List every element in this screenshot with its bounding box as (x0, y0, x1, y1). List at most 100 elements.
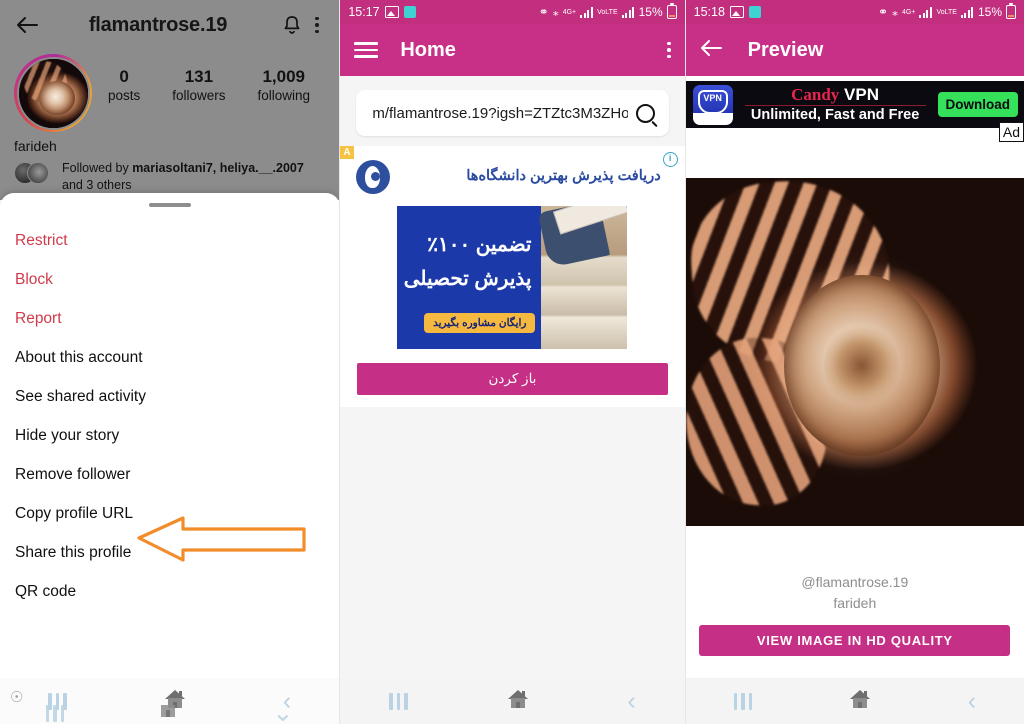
hamburger-menu-icon[interactable] (354, 42, 379, 58)
ad-marker-badge: A (340, 146, 354, 159)
bell-icon[interactable] (278, 10, 306, 40)
followed-by-prefix: Followed by (62, 161, 133, 175)
signal-bars-2-icon (960, 6, 974, 18)
back-icon[interactable]: ‹ (627, 688, 635, 714)
down-chevron-icon: ⌄ (272, 698, 294, 724)
overflow-menu-icon[interactable] (667, 41, 671, 59)
battery-icon (1006, 3, 1016, 19)
view-hd-button[interactable]: VIEW IMAGE IN HD QUALITY (699, 625, 1011, 656)
following-label: following (257, 88, 311, 104)
menu-item-report[interactable]: Report (0, 299, 339, 338)
android-navbar-right: ‹ (685, 678, 1024, 724)
battery-percent: 15% (977, 5, 1002, 19)
menu-item-hide-your-story[interactable]: Hide your story (0, 416, 339, 455)
ad-headline: دریافت پذیرش بهترین دانشگاه‌ها (466, 168, 661, 185)
followed-by-text: Followed by mariasoltani7, heliya.__.200… (62, 160, 326, 193)
menu-item-see-shared-activity[interactable]: See shared activity (0, 377, 339, 416)
bluetooth-icon: ⁎ (552, 5, 559, 19)
search-bar[interactable] (356, 90, 669, 136)
posts-count: 0 (119, 67, 129, 86)
rose-bloom (783, 275, 940, 457)
preview-image-content (685, 178, 1024, 526)
app-notification-icon (748, 6, 761, 18)
preview-image[interactable] (685, 178, 1024, 526)
home-browser-panel: 15:17 ⚭ ⁎ 4G+ VoLTE 15% Home m/flamantro… (339, 0, 685, 724)
menu-item-block[interactable]: Block (0, 260, 339, 299)
ad-open-button[interactable]: باز کردن (356, 363, 668, 395)
signal-bars-icon (919, 6, 933, 18)
status-time: 15:17 (348, 5, 380, 19)
vpn-tagline: Unlimited, Fast and Free (750, 106, 920, 123)
screenshot-icon (384, 6, 399, 18)
vpn-logo-text: VPN (697, 89, 728, 114)
status-time: 15:18 (693, 5, 725, 19)
android-navbar-middle: ‹ (340, 678, 685, 724)
overflow-menu-icon[interactable] (306, 10, 328, 40)
home-title: Home (400, 38, 456, 61)
signal-bars-icon (580, 6, 594, 18)
home-icon[interactable] (506, 688, 530, 715)
status-bar-preview: 15:18 ⚭ ⁎ 4G+ VoLTE 15% (685, 0, 1024, 24)
vpn-logo-icon: VPN (692, 84, 733, 125)
vpn-download-button[interactable]: Download (937, 92, 1018, 117)
profile-summary-row: 0 posts 131 followers 1,009 following (0, 50, 339, 132)
options-bottom-sheet: Restrict Block Report About this account… (0, 193, 340, 724)
inline-ad-card[interactable]: A i دریافت پذیرش بهترین دانشگاه‌ها تضمین… (340, 146, 685, 407)
posts-label: posts (107, 88, 141, 104)
avatar[interactable] (14, 54, 92, 132)
volte-label: VoLTE (597, 8, 618, 16)
home-icon[interactable] (848, 688, 872, 715)
vpn-key-icon: ⚭ (877, 5, 889, 19)
preview-captions: @flamantrose.19 farideh VIEW IMAGE IN HD… (686, 526, 1024, 656)
profile-display-name: farideh (14, 138, 57, 154)
profile-stats: 0 posts 131 followers 1,009 following (92, 54, 326, 105)
followers-count: 131 (184, 67, 214, 86)
recent-apps-icon[interactable] (733, 692, 753, 710)
stat-following[interactable]: 1,009 following (257, 66, 310, 105)
signal-bars-2-icon (621, 6, 635, 18)
menu-item-copy-profile-url[interactable]: Copy profile URL (0, 494, 339, 533)
screenshot-icon (729, 6, 744, 18)
info-icon[interactable]: i (662, 152, 678, 167)
instagram-profile-panel: flamantrose.19 0 posts 131 followers 1,0… (0, 0, 340, 724)
followers-label: followers (172, 88, 226, 104)
advertiser-logo-icon (356, 160, 391, 194)
navbar-ghost-artifact: ⌄ (0, 690, 339, 724)
menu-item-share-this-profile[interactable]: Share this profile (0, 533, 339, 572)
menu-item-about-this-account[interactable]: About this account (0, 338, 339, 377)
menu-item-restrict[interactable]: Restrict (0, 221, 339, 260)
volte-label: VoLTE (936, 8, 957, 16)
ad-creative-image[interactable]: تضمین ۱۰۰٪ پذیرش تحصیلی رایگان مشاوره بگ… (397, 206, 628, 349)
stat-posts[interactable]: 0 posts (108, 66, 140, 105)
recent-apps-icon[interactable] (389, 692, 408, 710)
status-bar-home: 15:17 ⚭ ⁎ 4G+ VoLTE 15% (340, 0, 685, 24)
ad-header: دریافت پذیرش بهترین دانشگاه‌ها (340, 154, 684, 200)
vpn-key-icon: ⚭ (538, 5, 549, 19)
network-type-label: 4G+ (902, 8, 916, 16)
ad-creative-line2: پذیرش تحصیلی (403, 268, 532, 290)
vpn-banner-ad[interactable]: VPN Candy VPN Unlimited, Fast and Free D… (685, 81, 1024, 142)
options-menu: Restrict Block Report About this account… (0, 207, 339, 611)
ad-creative-line1: تضمین ۱۰۰٪ (427, 234, 532, 256)
search-icon[interactable] (635, 103, 655, 123)
stat-followers[interactable]: 131 followers (172, 66, 225, 105)
status-left: 15:18 (694, 5, 761, 19)
battery-percent: 15% (638, 5, 663, 19)
status-left: 15:17 (348, 5, 416, 19)
three-panel-screenshot: flamantrose.19 0 posts 131 followers 1,0… (0, 0, 1024, 724)
ad-creative-cta[interactable]: رایگان مشاوره بگیرید (424, 313, 536, 333)
back-icon[interactable]: ‹ (968, 688, 976, 714)
profile-topbar: flamantrose.19 (0, 0, 339, 50)
followed-by-suffix: and 3 others (62, 177, 132, 192)
search-input[interactable] (370, 103, 630, 123)
profile-header-dimmed: flamantrose.19 0 posts 131 followers 1,0… (0, 0, 340, 200)
preview-handle: @flamantrose.19 (801, 574, 909, 590)
page-title: flamantrose.19 (88, 13, 228, 36)
followed-by-row[interactable]: Followed by mariasoltani7, heliya.__.200… (0, 154, 339, 193)
menu-item-qr-code[interactable]: QR code (0, 572, 339, 611)
vpn-divider (744, 104, 926, 106)
back-arrow-icon[interactable] (700, 37, 726, 63)
mic-icon: ☉ (10, 689, 24, 706)
search-section (340, 76, 685, 146)
menu-item-remove-follower[interactable]: Remove follower (0, 455, 339, 494)
